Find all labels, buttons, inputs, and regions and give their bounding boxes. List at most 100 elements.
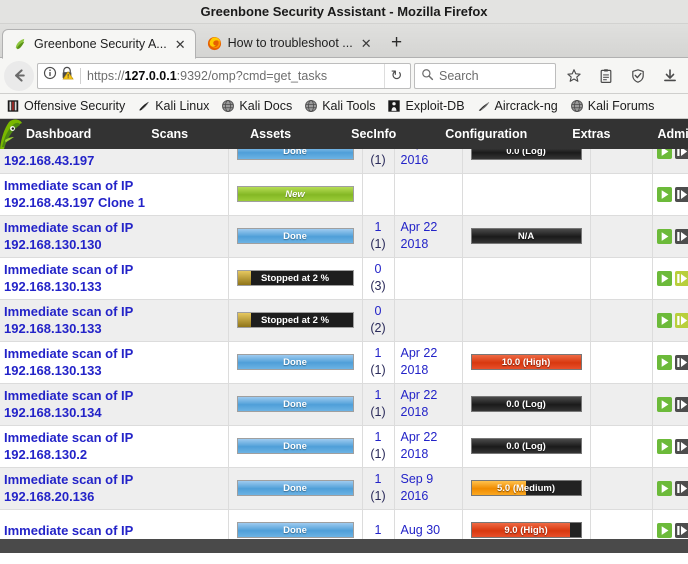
start-icon[interactable] — [656, 480, 672, 496]
gsa-menu-administration[interactable]: Administration — [657, 127, 688, 141]
table-row[interactable]: Immediate scan of IP192.168.43.197 Done 1 (… — [0, 149, 688, 174]
table-row[interactable]: Immediate scan of IP 192.168.130.133 Stopp… — [0, 299, 688, 342]
task-lastreport-cell: Sep 132016 — [394, 149, 463, 174]
task-severity-bar[interactable]: 0.0 (Log) — [470, 149, 582, 160]
bookmark-kali-tools[interactable]: Kali Tools — [299, 97, 380, 115]
last-report-date: Apr 22 2018 — [400, 388, 438, 419]
resume-green-icon[interactable] — [674, 312, 688, 328]
back-button[interactable] — [4, 60, 34, 91]
task-status-bar[interactable]: Done — [236, 228, 354, 244]
resume-icon[interactable] — [674, 396, 688, 412]
table-row[interactable]: Immediate scan of IP 192.168.130.134 Done 1… — [0, 383, 688, 426]
task-status-label: New — [285, 188, 305, 200]
reload-icon[interactable]: ↻ — [384, 63, 408, 88]
url-bar[interactable]: https://127.0.0.1:9392/omp?cmd=get_tasks… — [37, 62, 411, 89]
task-status-cell: Done — [228, 341, 363, 384]
table-row[interactable]: Immediate scan of IP 192.168.130.2 Done 1 (1… — [0, 425, 688, 468]
task-status-bar[interactable]: Done — [236, 480, 354, 496]
task-name-link[interactable]: Immediate scan of IP 192.168.43.197 Clone… — [0, 177, 228, 211]
task-name-link[interactable]: Immediate scan of IP 192.168.130.2 — [0, 429, 228, 463]
task-severity-bar[interactable]: 10.0 (High) — [470, 354, 582, 370]
resume-icon[interactable] — [674, 186, 688, 202]
task-severity-bar[interactable]: N/A — [470, 228, 582, 244]
shield-icon[interactable] — [623, 61, 652, 90]
start-icon[interactable] — [656, 354, 672, 370]
start-icon[interactable] — [656, 270, 672, 286]
bookmark-kali-forums[interactable]: Kali Forums — [565, 97, 660, 115]
task-lastreport-cell: Apr 22 2018 — [394, 215, 463, 258]
gsa-menu-scans[interactable]: Scans — [151, 127, 188, 141]
bookmark-kali-docs[interactable]: Kali Docs — [216, 97, 297, 115]
star-icon[interactable] — [559, 61, 588, 90]
library-icon[interactable] — [591, 61, 620, 90]
start-icon[interactable] — [656, 149, 672, 160]
task-status-bar[interactable]: New — [236, 186, 354, 202]
last-report-date: Apr 22 2018 — [400, 220, 438, 251]
task-status-bar[interactable]: Done — [236, 438, 354, 454]
table-row[interactable]: Immediate scan of IP 192.168.130.133 Stopp… — [0, 257, 688, 300]
task-actions-cell — [652, 341, 688, 384]
resume-icon[interactable] — [674, 438, 688, 454]
task-name-link[interactable]: Immediate scan of IP 192.168.130.133 — [0, 345, 228, 379]
gsa-menu-assets[interactable]: Assets — [250, 127, 291, 141]
last-report-date: Apr 22 2018 — [400, 430, 438, 461]
severity-bar-wrap: 5.0 (Medium) — [463, 480, 590, 496]
gsa-menu-secinfo[interactable]: SecInfo — [351, 127, 396, 141]
task-lastreport-cell — [394, 173, 463, 216]
insecure-lock-icon[interactable] — [60, 66, 74, 85]
search-bar[interactable]: Search — [414, 62, 556, 89]
gsa-menu-dashboard[interactable]: Dashboard — [26, 127, 91, 141]
new-tab-button[interactable]: + — [382, 28, 412, 58]
task-actions-cell — [652, 383, 688, 426]
task-name-link[interactable]: Immediate scan of IP 192.168.130.133 — [0, 303, 228, 337]
task-severity-bar[interactable]: 0.0 (Log) — [470, 396, 582, 412]
task-status-bar[interactable]: Stopped at 2 % — [236, 312, 354, 328]
gsa-menu-configuration[interactable]: Configuration — [445, 127, 527, 141]
task-name-link[interactable]: Immediate scan of IP 192.168.130.134 — [0, 387, 228, 421]
task-severity-bar[interactable]: 0.0 (Log) — [470, 438, 582, 454]
resume-icon[interactable] — [674, 149, 688, 160]
close-icon[interactable]: ✕ — [359, 37, 374, 50]
task-status-bar[interactable]: Stopped at 2 % — [236, 270, 354, 286]
task-severity-cell: 0.0 (Log) — [462, 383, 591, 426]
start-icon[interactable] — [656, 396, 672, 412]
downloads-icon[interactable] — [655, 61, 684, 90]
severity-bar-wrap: 9.0 (High) — [463, 522, 590, 538]
table-row[interactable]: Immediate scan of IP 192.168.20.136 Done 1(… — [0, 467, 688, 510]
task-status-bar[interactable]: Done — [236, 149, 354, 160]
bookmark-offensive-security[interactable]: Offensive Security — [1, 97, 130, 115]
task-severity-bar[interactable]: 9.0 (High) — [470, 522, 582, 538]
start-icon[interactable] — [656, 228, 672, 244]
task-status-bar[interactable]: Done — [236, 396, 354, 412]
resume-green-icon[interactable] — [674, 270, 688, 286]
task-actions-cell — [652, 173, 688, 216]
info-icon[interactable] — [43, 66, 57, 85]
table-row[interactable]: Immediate scan of IP 192.168.130.133 Done 1… — [0, 341, 688, 384]
bookmark-kali-linux[interactable]: Kali Linux — [132, 97, 214, 115]
task-name-link[interactable]: Immediate scan of IP — [0, 522, 228, 539]
task-name-link[interactable]: Immediate scan of IP192.168.43.197 — [0, 149, 228, 169]
task-lastreport-cell: Apr 22 2018 — [394, 341, 463, 384]
resume-icon[interactable] — [674, 354, 688, 370]
close-icon[interactable]: ✕ — [173, 38, 188, 51]
gsa-menu-extras[interactable]: Extras — [572, 127, 610, 141]
task-status-bar[interactable]: Done — [236, 522, 354, 538]
resume-icon[interactable] — [674, 480, 688, 496]
bookmark-exploit-db[interactable]: Exploit-DB — [382, 97, 469, 115]
start-icon[interactable] — [656, 522, 672, 538]
task-status-bar[interactable]: Done — [236, 354, 354, 370]
task-name-link[interactable]: Immediate scan of IP 192.168.130.133 — [0, 261, 228, 295]
task-severity-bar[interactable]: 5.0 (Medium) — [470, 480, 582, 496]
task-name-link[interactable]: Immediate scan of IP 192.168.20.136 — [0, 471, 228, 505]
bookmark-aircrack-ng[interactable]: Aircrack-ng — [472, 97, 563, 115]
resume-icon[interactable] — [674, 228, 688, 244]
start-icon[interactable] — [656, 438, 672, 454]
table-row[interactable]: Immediate scan of IP 192.168.130.130 Done 1… — [0, 215, 688, 258]
start-icon[interactable] — [656, 186, 672, 202]
task-name-link[interactable]: Immediate scan of IP 192.168.130.130 — [0, 219, 228, 253]
browser-tab-1[interactable]: How to troubleshoot ... ✕ — [196, 28, 382, 58]
browser-tab-0[interactable]: Greenbone Security A... ✕ — [2, 29, 196, 59]
start-icon[interactable] — [656, 312, 672, 328]
table-row[interactable]: Immediate scan of IP 192.168.43.197 Clone… — [0, 173, 688, 216]
resume-icon[interactable] — [674, 522, 688, 538]
